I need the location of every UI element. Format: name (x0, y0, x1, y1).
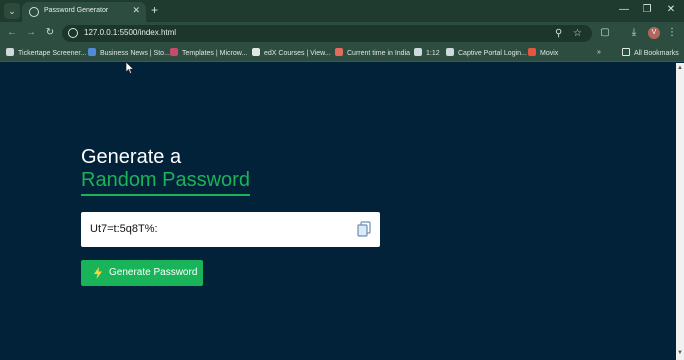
bookmark-star-icon[interactable]: ☆ (573, 26, 582, 41)
scroll-down-arrow-icon[interactable]: ▼ (677, 350, 683, 356)
password-field[interactable]: Ut7=t:5q8T%: (81, 212, 380, 247)
all-bookmarks-button[interactable]: All Bookmarks (622, 48, 679, 59)
generate-password-button[interactable]: Generate Password (81, 260, 203, 286)
vertical-scrollbar[interactable] (676, 63, 684, 360)
folder-icon (622, 48, 630, 56)
bookmark-item[interactable]: Tickertape Screener... (6, 48, 86, 59)
bookmark-label: Captive Portal Login... (458, 50, 527, 57)
extensions-icon[interactable]: ▢ (598, 26, 612, 40)
bookmark-label: edX Courses | View... (264, 50, 331, 57)
all-bookmarks-label: All Bookmarks (634, 50, 679, 57)
bookmark-item[interactable]: Business News | Sto... (88, 48, 170, 59)
bookmark-label: Tickertape Screener... (18, 50, 87, 57)
bookmark-item[interactable]: Current time in India (335, 48, 410, 59)
bookmark-item[interactable]: 1:12 (414, 48, 440, 59)
browser-toolbar: ← → ↻ 127.0.0.1:5500/index.html ⚲ ☆ ▢ ⤓ … (0, 22, 684, 44)
minimize-button[interactable]: — (617, 3, 631, 17)
copy-icon[interactable] (357, 221, 371, 237)
bookmark-favicon-icon (414, 48, 422, 56)
bookmark-item[interactable]: edX Courses | View... (252, 48, 331, 59)
bookmark-label: Movix (540, 50, 559, 57)
bookmark-label: Business News | Sto... (100, 50, 170, 57)
close-window-button[interactable]: ✕ (664, 3, 678, 17)
bookmark-label: Templates | Microw... (182, 50, 248, 57)
new-tab-button[interactable]: + (151, 3, 158, 17)
restore-button[interactable]: ❐ (640, 3, 654, 17)
bookmark-label: Current time in India (347, 50, 411, 57)
heading-line1: Generate a (81, 146, 182, 168)
bookmarks-overflow-icon[interactable]: » (597, 48, 601, 58)
globe-icon (29, 7, 39, 17)
bookmark-favicon-icon (528, 48, 536, 56)
back-button[interactable]: ← (5, 26, 19, 40)
tab-close-icon[interactable]: ✕ (132, 5, 140, 16)
menu-kebab-icon[interactable]: ⋮ (665, 26, 679, 40)
bookmark-item[interactable]: Captive Portal Login... (446, 48, 527, 59)
address-bar[interactable]: 127.0.0.1:5500/index.html ⚲ ☆ (62, 25, 592, 42)
bookmark-favicon-icon (6, 48, 14, 56)
bookmark-item[interactable]: Templates | Microw... (170, 48, 247, 59)
lightning-icon (94, 267, 102, 279)
bookmark-favicon-icon (252, 48, 260, 56)
profile-avatar[interactable]: V (648, 27, 660, 39)
tab-title: Password Generator (44, 7, 109, 14)
bookmark-favicon-icon (446, 48, 454, 56)
bookmark-favicon-icon (335, 48, 343, 56)
url-text: 127.0.0.1:5500/index.html (84, 28, 177, 37)
download-icon[interactable]: ⤓ (627, 26, 641, 40)
forward-button[interactable]: → (24, 26, 38, 40)
bookmark-favicon-icon (170, 48, 178, 56)
bookmark-label: 1:12 (426, 50, 440, 57)
scroll-up-arrow-icon[interactable]: ▲ (677, 65, 683, 71)
site-info-icon[interactable] (68, 28, 78, 38)
mouse-cursor-icon (126, 62, 134, 74)
heading-line2: Random Password (81, 169, 250, 196)
tab-active[interactable]: Password Generator ✕ (22, 2, 146, 22)
bookmarks-bar: Tickertape Screener... Business News | S… (0, 44, 684, 62)
password-value: Ut7=t:5q8T%: (90, 223, 158, 235)
bookmark-item[interactable]: Movix (528, 48, 558, 59)
reload-button[interactable]: ↻ (43, 26, 57, 40)
generate-password-label: Generate Password (109, 267, 198, 278)
tab-strip: ⌄ Password Generator ✕ + — ❐ ✕ (0, 0, 684, 22)
zoom-search-icon[interactable]: ⚲ (555, 26, 562, 41)
bookmark-favicon-icon (88, 48, 96, 56)
tab-search-button[interactable]: ⌄ (4, 3, 20, 19)
